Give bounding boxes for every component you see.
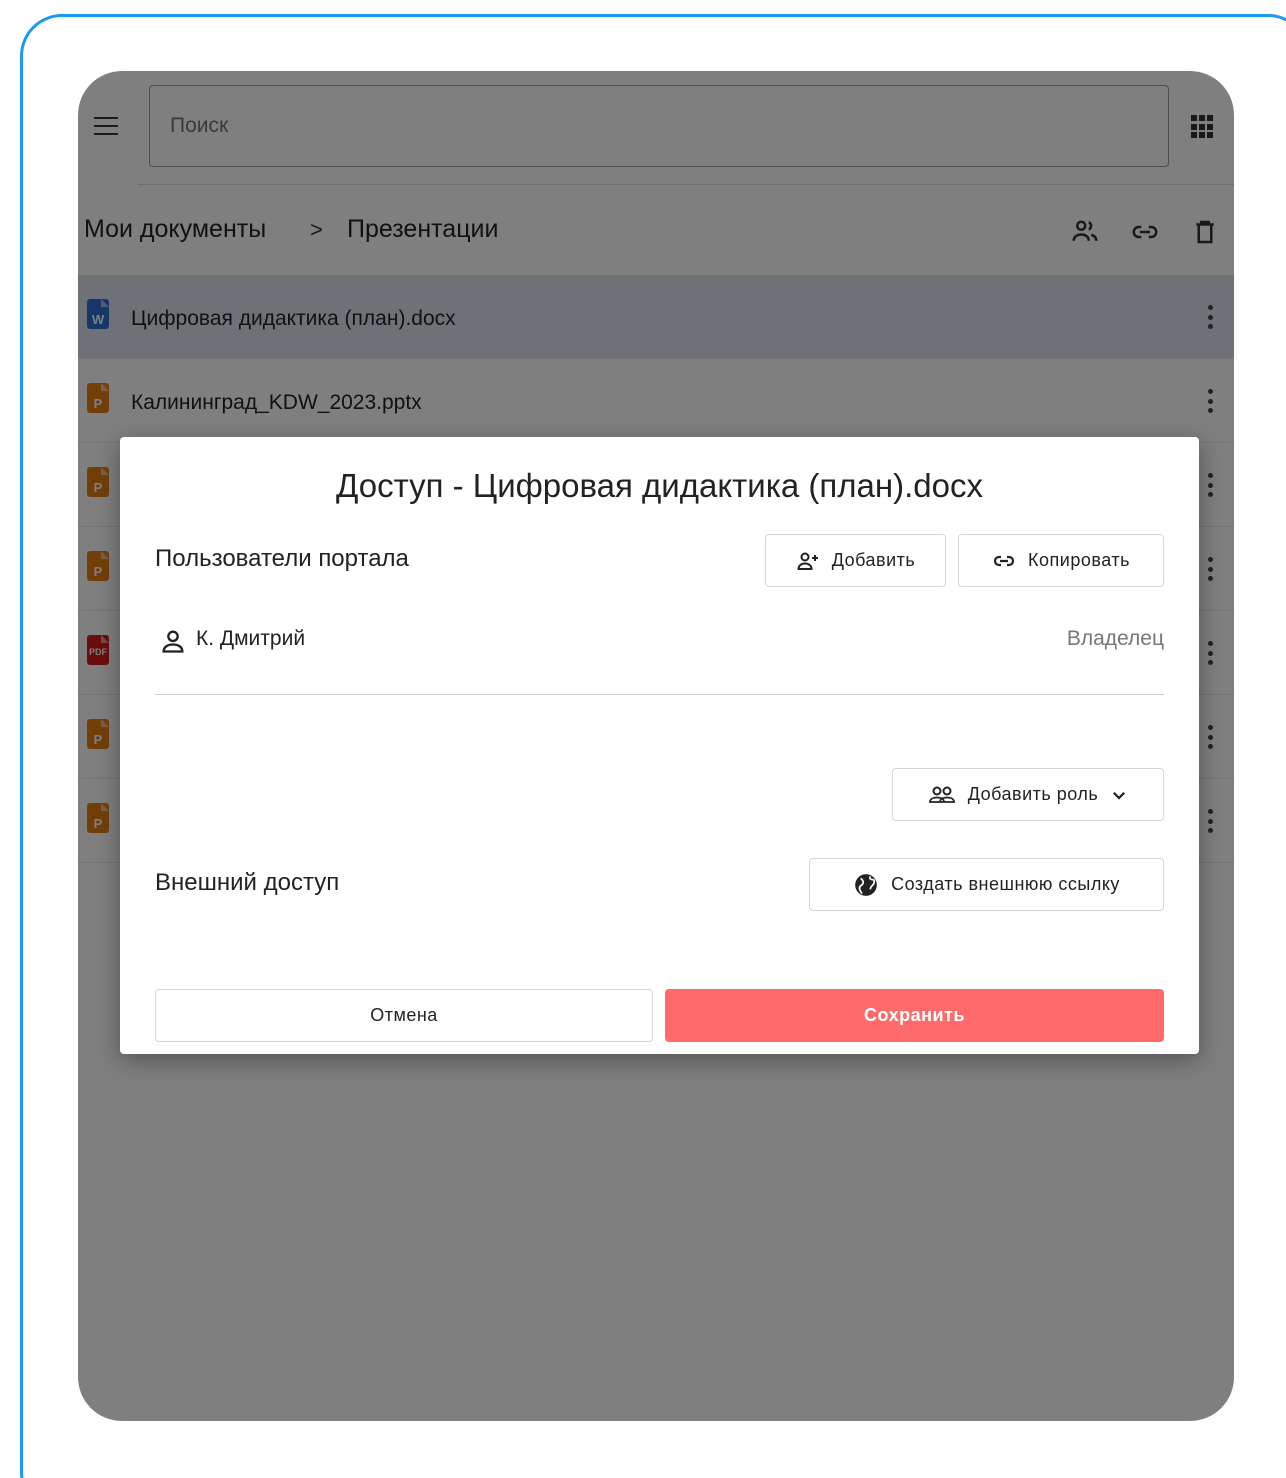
add-user-label: Добавить xyxy=(831,550,916,570)
link-icon xyxy=(993,555,1015,566)
cancel-label: Отмена xyxy=(370,1005,438,1025)
save-button[interactable]: Сохранить xyxy=(665,989,1164,1042)
create-external-link-button[interactable]: Создать внешнюю ссылку xyxy=(809,858,1164,911)
cancel-button[interactable]: Отмена xyxy=(155,989,653,1042)
save-label: Сохранить xyxy=(864,1005,965,1025)
add-user-button[interactable]: Добавить xyxy=(765,534,946,587)
user-row: К. Дмитрий Владелец xyxy=(155,623,1164,695)
person-icon xyxy=(162,630,184,653)
add-role-label: Добавить роль xyxy=(967,784,1099,804)
add-person-icon xyxy=(797,552,818,570)
user-role: Владелец xyxy=(1066,627,1164,650)
dialog-title: Доступ - Цифровая дидактика (план).docx xyxy=(336,467,983,504)
share-dialog: Доступ - Цифровая дидактика (план).docx … xyxy=(120,437,1199,1054)
chevron-down-icon xyxy=(1113,791,1126,800)
create-external-link-label: Создать внешнюю ссылку xyxy=(891,874,1120,894)
external-access-label: Внешний доступ xyxy=(155,869,340,896)
group-icon xyxy=(928,786,955,803)
portal-users-label: Пользователи портала xyxy=(155,545,409,572)
user-name: К. Дмитрий xyxy=(196,627,306,650)
globe-icon xyxy=(855,873,877,896)
copy-link-label: Копировать xyxy=(1028,550,1130,570)
copy-link-button[interactable]: Копировать xyxy=(958,534,1164,587)
add-role-button[interactable]: Добавить роль xyxy=(892,768,1164,821)
